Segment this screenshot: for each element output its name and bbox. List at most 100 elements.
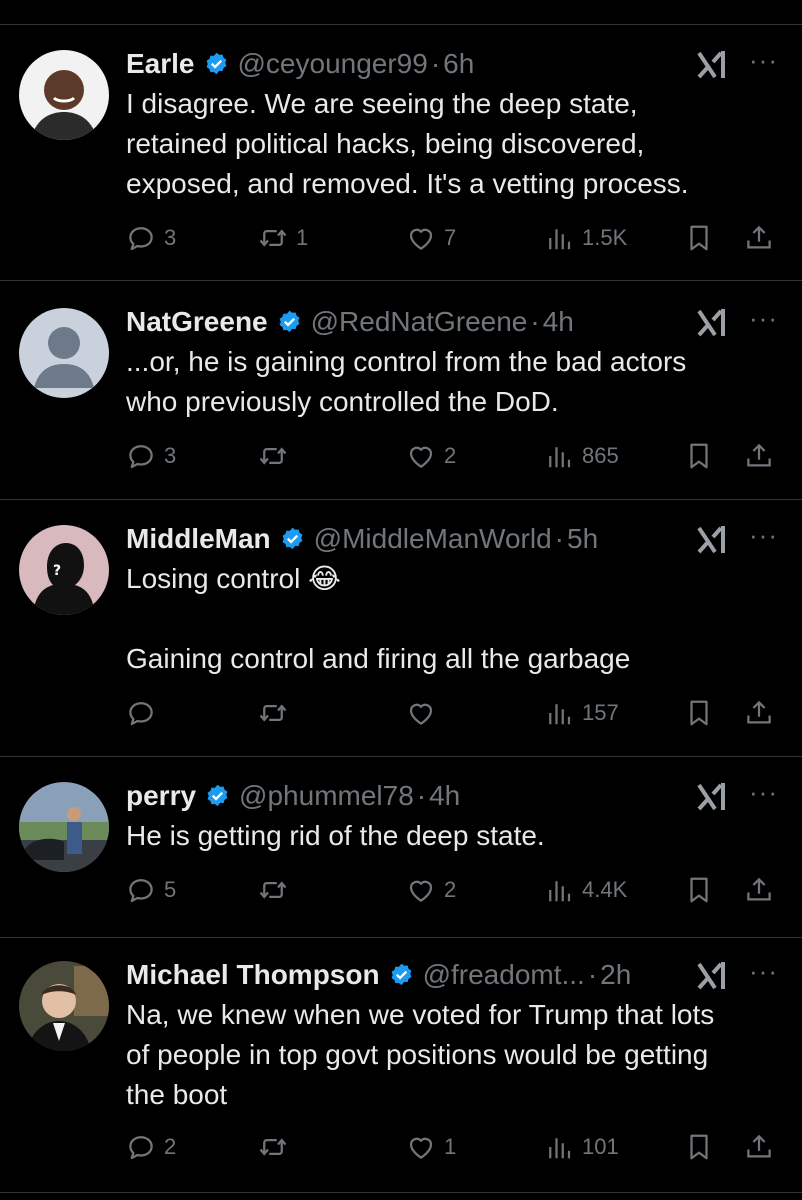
bookmark-button[interactable] — [684, 870, 722, 910]
timestamp[interactable]: 4h — [429, 778, 460, 814]
share-button[interactable] — [744, 436, 782, 476]
reply-count: 3 — [164, 443, 177, 468]
timestamp[interactable]: 5h — [567, 521, 598, 557]
verified-badge-icon — [388, 962, 415, 989]
separator: · — [587, 959, 598, 990]
bookmark-icon — [684, 1132, 714, 1162]
avatar[interactable] — [19, 308, 109, 398]
like-button[interactable]: 2 — [406, 870, 456, 910]
more-icon[interactable]: ··· — [749, 521, 778, 549]
view-count: 865 — [582, 443, 619, 468]
views-button[interactable]: 1.5K — [544, 218, 627, 258]
action-bar: 3 1 7 1.5K — [126, 218, 786, 258]
grok-icon[interactable] — [695, 48, 729, 82]
more-icon[interactable]: ··· — [749, 778, 778, 806]
views-button[interactable]: 157 — [544, 693, 619, 733]
repost-button[interactable] — [258, 1127, 296, 1167]
display-name[interactable]: perry — [126, 778, 196, 814]
repost-icon — [258, 1132, 288, 1162]
reply-icon — [126, 1132, 156, 1162]
reply-icon — [126, 875, 156, 905]
bookmark-icon — [684, 875, 714, 905]
timestamp[interactable]: 6h — [443, 46, 474, 82]
like-icon — [406, 223, 436, 253]
user-handle[interactable]: @MiddleManWorld — [314, 521, 552, 557]
views-button[interactable]: 865 — [544, 436, 619, 476]
display-name[interactable]: NatGreene — [126, 304, 268, 340]
bookmark-icon — [684, 223, 714, 253]
bookmark-button[interactable] — [684, 693, 722, 733]
like-button[interactable]: 7 — [406, 218, 456, 258]
bookmark-button[interactable] — [684, 436, 722, 476]
action-bar: 157 — [126, 693, 786, 733]
share-icon — [744, 441, 774, 471]
reply-button[interactable]: 3 — [126, 436, 176, 476]
grok-icon[interactable] — [695, 523, 729, 557]
views-icon — [544, 441, 574, 471]
tweet-text: Losing control 😂 Gaining control and fir… — [126, 563, 631, 674]
more-icon[interactable]: ··· — [749, 304, 778, 332]
grok-icon[interactable] — [695, 306, 729, 340]
repost-button[interactable] — [258, 436, 296, 476]
avatar[interactable] — [19, 50, 109, 140]
share-button[interactable] — [744, 1127, 782, 1167]
share-icon — [744, 698, 774, 728]
like-button[interactable] — [406, 693, 444, 733]
repost-count: 1 — [296, 225, 309, 250]
share-button[interactable] — [744, 870, 782, 910]
avatar[interactable]: ? — [19, 525, 109, 615]
more-icon[interactable]: ··· — [749, 957, 778, 985]
svg-text:?: ? — [53, 563, 61, 579]
user-handle[interactable]: @phummel78 — [239, 778, 414, 814]
timestamp[interactable]: 2h — [600, 957, 631, 993]
verified-badge-icon — [276, 309, 303, 336]
reply-button[interactable]: 2 — [126, 1127, 176, 1167]
repost-icon — [258, 698, 288, 728]
bookmark-button[interactable] — [684, 1127, 722, 1167]
repost-button[interactable]: 1 — [258, 218, 308, 258]
like-count: 2 — [444, 877, 457, 902]
reply-button[interactable]: 3 — [126, 218, 176, 258]
timestamp[interactable]: 4h — [543, 304, 574, 340]
views-button[interactable]: 4.4K — [544, 870, 627, 910]
like-button[interactable]: 2 — [406, 436, 456, 476]
divider — [0, 756, 802, 757]
display-name[interactable]: Michael Thompson — [126, 957, 380, 993]
grok-icon[interactable] — [695, 780, 729, 814]
divider — [0, 280, 802, 281]
avatar[interactable] — [19, 782, 109, 872]
views-button[interactable]: 101 — [544, 1127, 619, 1167]
like-icon — [406, 875, 436, 905]
repost-button[interactable] — [258, 870, 296, 910]
views-icon — [544, 223, 574, 253]
display-name[interactable]: MiddleMan — [126, 521, 271, 557]
action-bar: 5 2 4.4K — [126, 870, 786, 910]
user-handle[interactable]: @RedNatGreene — [311, 304, 528, 340]
user-handle[interactable]: @freadomt... — [423, 957, 585, 993]
grok-icon[interactable] — [695, 959, 729, 993]
more-icon[interactable]: ··· — [749, 46, 778, 74]
user-handle[interactable]: @ceyounger99 — [238, 46, 428, 82]
reply-button[interactable] — [126, 693, 164, 733]
repost-button[interactable] — [258, 693, 296, 733]
share-icon — [744, 223, 774, 253]
reply-icon — [126, 698, 156, 728]
display-name[interactable]: Earle — [126, 46, 195, 82]
avatar[interactable] — [19, 961, 109, 1051]
divider — [0, 24, 802, 25]
reply-button[interactable]: 5 — [126, 870, 176, 910]
like-button[interactable]: 1 — [406, 1127, 456, 1167]
view-count: 4.4K — [582, 877, 628, 902]
verified-badge-icon — [279, 526, 306, 553]
separator: · — [530, 306, 540, 337]
bookmark-button[interactable] — [684, 218, 722, 258]
reply-icon — [126, 223, 156, 253]
like-count: 1 — [444, 1134, 457, 1159]
repost-icon — [258, 875, 288, 905]
share-button[interactable] — [744, 693, 782, 733]
views-icon — [544, 1132, 574, 1162]
separator: · — [416, 780, 427, 811]
action-bar: 2 1 101 — [126, 1127, 786, 1167]
reply-count: 3 — [164, 225, 177, 250]
share-button[interactable] — [744, 218, 782, 258]
